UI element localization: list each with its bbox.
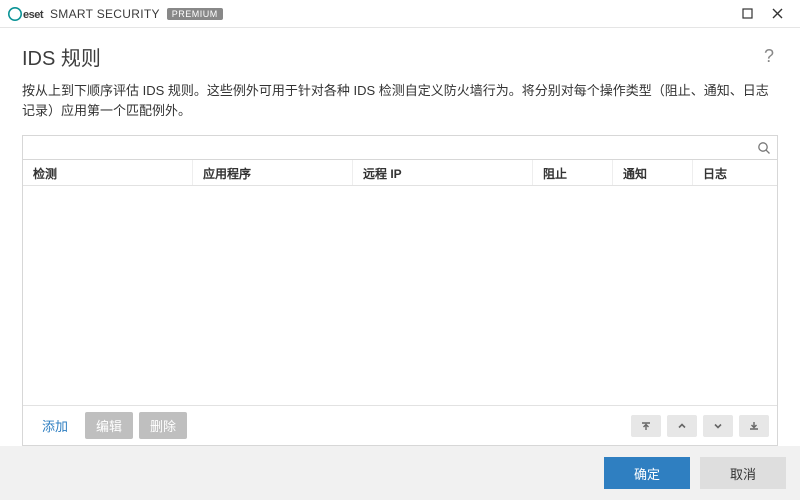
maximize-button[interactable] [732,2,762,26]
grid-toolbar: 添加 编辑 删除 [23,405,777,445]
page-title: IDS 规则 [22,42,101,71]
move-up-button[interactable] [667,415,697,437]
column-header-app[interactable]: 应用程序 [193,160,353,185]
column-header-detect[interactable]: 检测 [23,160,193,185]
brand-product-name: SMART SECURITY [50,7,160,21]
add-button[interactable]: 添加 [31,412,79,439]
grid-body [23,186,777,405]
ok-button[interactable]: 确定 [604,457,690,489]
delete-button[interactable]: 删除 [139,412,187,439]
rules-grid: 检测 应用程序 远程 IP 阻止 通知 日志 添加 编辑 删除 [22,135,778,446]
column-header-log[interactable]: 日志 [693,160,777,185]
move-top-button[interactable] [631,415,661,437]
brand: eset SMART SECURITY PREMIUM [8,7,223,21]
grid-header: 检测 应用程序 远程 IP 阻止 通知 日志 [23,160,777,186]
cancel-button[interactable]: 取消 [700,457,786,489]
search-input[interactable] [23,136,751,159]
heading-row: IDS 规则 ? [22,42,778,71]
column-header-remote[interactable]: 远程 IP [353,160,533,185]
search-icon[interactable] [751,141,777,155]
column-header-block[interactable]: 阻止 [533,160,613,185]
titlebar: eset SMART SECURITY PREMIUM [0,0,800,28]
brand-logo-icon: eset [8,7,46,21]
close-button[interactable] [762,2,792,26]
brand-premium-badge: PREMIUM [167,8,223,20]
svg-text:eset: eset [23,9,44,21]
dialog-footer: 确定 取消 [0,446,800,500]
edit-button[interactable]: 编辑 [85,412,133,439]
page-description: 按从上到下顺序评估 IDS 规则。这些例外可用于针对各种 IDS 检测自定义防火… [22,81,778,121]
move-down-button[interactable] [703,415,733,437]
move-bottom-button[interactable] [739,415,769,437]
content-area: IDS 规则 ? 按从上到下顺序评估 IDS 规则。这些例外可用于针对各种 ID… [0,28,800,446]
grid-search-row [23,136,777,160]
column-header-notify[interactable]: 通知 [613,160,693,185]
help-icon[interactable]: ? [760,44,778,69]
